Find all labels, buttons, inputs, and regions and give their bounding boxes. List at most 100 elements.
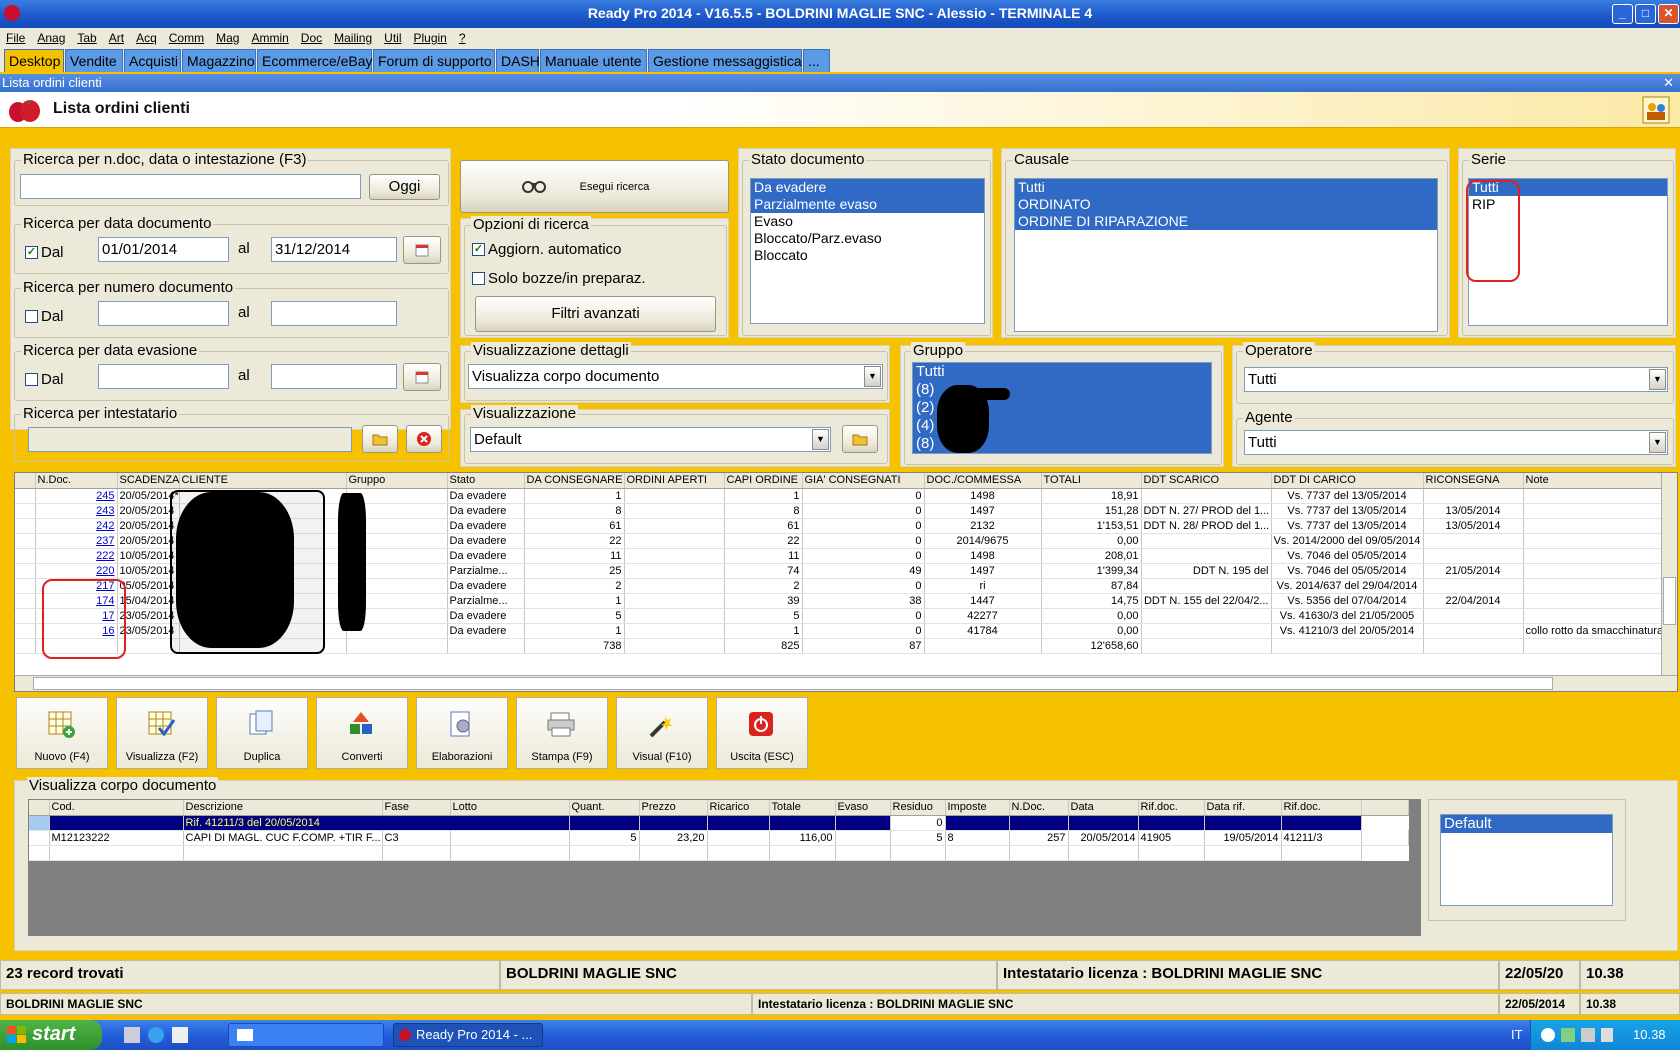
drafts-only-checkbox[interactable]: ✓ (472, 272, 485, 285)
holder-input[interactable] (28, 427, 352, 452)
stato-item[interactable]: Da evadere (751, 179, 984, 196)
operator-select[interactable]: Tutti ▼ (1244, 367, 1668, 392)
row-selector[interactable] (15, 593, 36, 609)
menu-plugin[interactable]: Plugin (408, 28, 453, 46)
close-subwindow-icon[interactable]: ✕ (1663, 74, 1674, 91)
row-selector[interactable] (15, 608, 36, 624)
column-header[interactable]: CAPI ORDINE (724, 473, 803, 489)
menu-doc[interactable]: Doc (295, 28, 328, 46)
taskbar-readypro-button[interactable]: Ready Pro 2014 - ... (393, 1023, 543, 1047)
new-button[interactable]: Nuovo (F4) (16, 697, 108, 769)
row-selector[interactable] (15, 578, 36, 594)
calendar-button[interactable] (403, 236, 441, 264)
date-from-input[interactable]: 01/01/2014 (98, 237, 229, 262)
gruppo-item[interactable]: Tutti (913, 363, 1211, 381)
evasion-dal-checkbox[interactable]: ✓ (25, 373, 38, 386)
chevron-down-icon[interactable]: ▼ (1649, 369, 1666, 390)
order-number-link[interactable]: 222 (96, 550, 114, 562)
tray-volume-icon[interactable] (1601, 1028, 1613, 1042)
date-to-input[interactable]: 31/12/2014 (271, 237, 397, 262)
column-header[interactable]: SCADENZA (117, 473, 180, 489)
tab-acquisti[interactable]: Acquisti (124, 49, 181, 72)
column-header[interactable]: DDT SCARICO (1141, 473, 1272, 489)
scroll-thumb[interactable] (33, 677, 1553, 690)
today-button[interactable]: Oggi (369, 174, 440, 200)
order-number-link[interactable]: 237 (96, 535, 114, 547)
body-column-header[interactable]: Totale (769, 800, 836, 816)
stato-item[interactable]: Bloccato/Parz.evaso (751, 230, 984, 247)
body-column-header[interactable]: Cod. (49, 800, 184, 816)
view-button[interactable]: Visualizza (F2) (116, 697, 208, 769)
body-column-header[interactable]: Rif.doc. (1138, 800, 1205, 816)
column-header[interactable]: DA CONSEGNARE (524, 473, 625, 489)
column-header[interactable]: Gruppo (346, 473, 448, 489)
menu-art[interactable]: Art (103, 28, 130, 46)
duplicate-button[interactable]: Duplica (216, 697, 308, 769)
body-column-header[interactable]: Ricarico (707, 800, 770, 816)
row-selector[interactable] (15, 563, 36, 579)
column-header[interactable]: N.Doc. (35, 473, 118, 489)
minimize-button[interactable]: _ (1612, 4, 1633, 24)
vscroll-thumb[interactable] (1663, 577, 1676, 625)
order-number-link[interactable]: 245 (96, 490, 114, 502)
body-column-header[interactable]: Data rif. (1204, 800, 1282, 816)
view-list-item[interactable]: Default (1441, 815, 1612, 833)
convert-button[interactable]: Converti (316, 697, 408, 769)
quicklaunch-desktop-icon[interactable] (172, 1027, 188, 1043)
causale-item[interactable]: Tutti (1015, 179, 1437, 196)
holder-browse-button[interactable] (362, 425, 398, 453)
tab----[interactable]: ... (803, 49, 830, 72)
body-column-header[interactable]: Imposte (945, 800, 1010, 816)
column-header[interactable]: ORDINI APERTI (624, 473, 725, 489)
menu-[interactable]: ? (453, 28, 472, 46)
tab-forum-di-supporto[interactable]: Forum di supporto (373, 49, 495, 72)
chevron-down-icon[interactable]: ▼ (864, 366, 881, 387)
start-button[interactable]: start (0, 1020, 102, 1050)
row-selector[interactable] (15, 533, 36, 549)
body-column-header[interactable]: Prezzo (639, 800, 708, 816)
row-selector[interactable] (15, 623, 36, 639)
menu-anag[interactable]: Anag (31, 28, 71, 46)
menu-mailing[interactable]: Mailing (328, 28, 378, 46)
body-column-header[interactable]: Data (1068, 800, 1139, 816)
tab-desktop[interactable]: Desktop (4, 49, 64, 72)
stato-item[interactable]: Evaso (751, 213, 984, 230)
causale-item[interactable]: ORDINE DI RIPARAZIONE (1015, 213, 1437, 230)
order-number-link[interactable]: 220 (96, 565, 114, 577)
body-column-header[interactable]: Descrizione (183, 800, 383, 816)
chevron-down-icon[interactable]: ▼ (812, 429, 829, 450)
tray-app-icon[interactable] (1561, 1028, 1575, 1042)
order-number-link[interactable]: 243 (96, 505, 114, 517)
view-listbox[interactable]: Default (1440, 814, 1613, 906)
menu-ammin[interactable]: Ammin (245, 28, 294, 46)
visual-button[interactable]: Visual (F10) (616, 697, 708, 769)
quicklaunch-explorer-icon[interactable] (124, 1027, 140, 1043)
causale-item[interactable]: ORDINATO (1015, 196, 1437, 213)
menu-acq[interactable]: Acq (130, 28, 163, 46)
column-header[interactable]: GIA' CONSEGNATI (802, 473, 925, 489)
number-dal-checkbox[interactable]: ✓ (25, 310, 38, 323)
language-indicator[interactable]: IT (1511, 1020, 1523, 1050)
tray-arrow-icon[interactable] (1541, 1028, 1555, 1042)
tab-dash[interactable]: DASH (496, 49, 540, 72)
evasion-from-input[interactable] (98, 364, 229, 389)
tab-magazzino[interactable]: Magazzino (182, 49, 256, 72)
column-header[interactable]: CLIENTE (179, 473, 347, 489)
document-body-grid[interactable]: Cod. Descrizione Fase Lotto Quant. Prezzo Rica… (28, 799, 1421, 936)
body-column-header[interactable]: Lotto (450, 800, 570, 816)
agent-select[interactable]: Tutti ▼ (1244, 430, 1668, 455)
reference-row[interactable]: Rif. 41211/3 del 20/05/2014 0 (29, 815, 1409, 831)
taskbar-clock[interactable]: 10.38 (1633, 1020, 1666, 1050)
number-from-input[interactable] (98, 301, 229, 326)
body-column-header[interactable]: Rif.doc. (1281, 800, 1362, 816)
chevron-down-icon[interactable]: ▼ (1649, 432, 1666, 453)
body-column-header[interactable]: N.Doc. (1009, 800, 1069, 816)
tab-ecommerce-ebay[interactable]: Ecommerce/eBay (257, 49, 372, 72)
stato-item[interactable]: Parzialmente evaso (751, 196, 984, 213)
row-selector[interactable] (15, 518, 36, 534)
details-select[interactable]: Visualizza corpo documento ▼ (468, 364, 883, 389)
run-search-button[interactable]: Esegui ricerca (460, 160, 729, 213)
column-header[interactable]: DOC./COMMESSA (924, 473, 1042, 489)
status-listbox[interactable]: Da evadere Parzialmente evaso Evaso Bloccat… (750, 178, 985, 324)
print-button[interactable]: Stampa (F9) (516, 697, 608, 769)
